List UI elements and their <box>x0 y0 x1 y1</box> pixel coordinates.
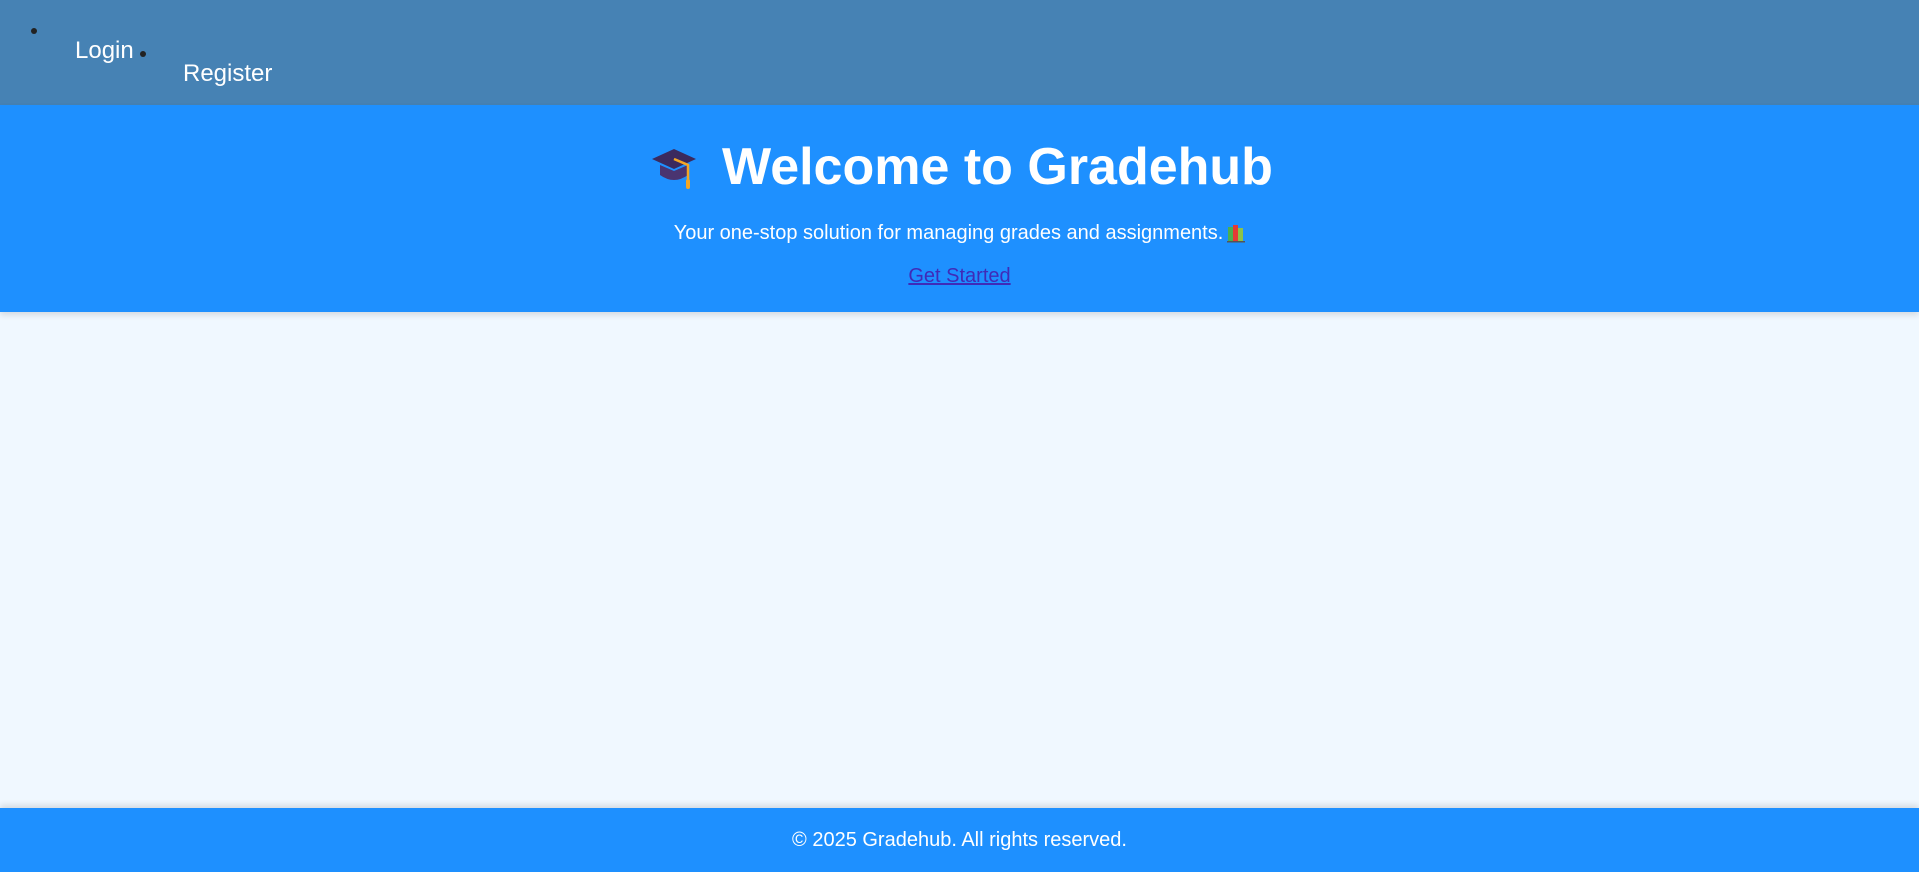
page-title: Welcome to Gradehub <box>722 138 1273 196</box>
nav-bullet-login <box>31 28 37 34</box>
hero-subtitle: Your one-stop solution for managing grad… <box>673 222 1224 244</box>
books-icon <box>1227 225 1246 243</box>
graduation-cap-icon <box>652 149 697 189</box>
footer-copyright: © 2025 Gradehub. All rights reserved. <box>792 829 1127 851</box>
page: Login Register Welcome to Gradehub Your … <box>0 0 1919 872</box>
footer: © 2025 Gradehub. All rights reserved. <box>0 808 1919 872</box>
nav-link-login[interactable]: Login <box>75 37 134 65</box>
hero-subtitle-row: Your one-stop solution for managing grad… <box>0 219 1919 247</box>
get-started-link[interactable]: Get Started <box>908 265 1010 287</box>
top-nav: Login Register <box>0 0 1919 105</box>
nav-link-register[interactable]: Register <box>183 60 272 88</box>
hero-title-row: Welcome to Gradehub <box>0 135 1919 199</box>
hero-section: Welcome to Gradehub Your one-stop soluti… <box>0 105 1919 312</box>
nav-bullet-register <box>140 51 146 57</box>
cta-container: Get Started <box>0 262 1919 290</box>
